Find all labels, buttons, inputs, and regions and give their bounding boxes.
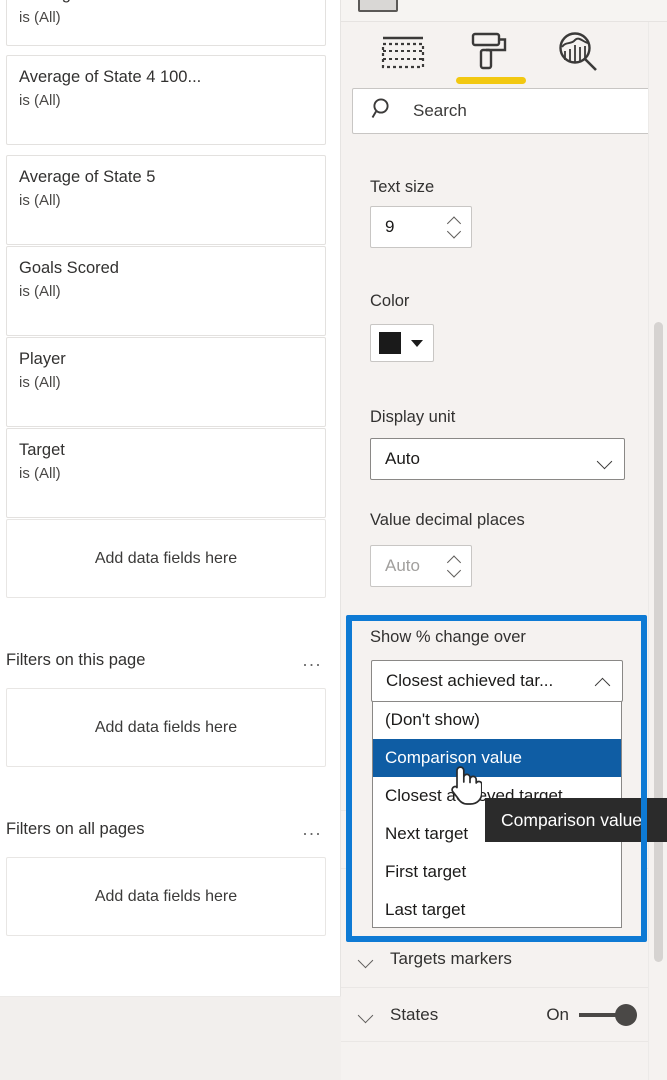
color-label: Color	[370, 292, 410, 310]
chevron-down-icon[interactable]	[411, 339, 423, 347]
states-toggle[interactable]	[579, 1003, 637, 1026]
filters-pane: Average of State 3 80%... is (All) Avera…	[0, 0, 341, 996]
page-filters-dropzone[interactable]: Add data fields here	[6, 688, 326, 767]
filter-card[interactable]: Goals Scored is (All)	[6, 246, 326, 336]
pointing-hand-cursor	[448, 762, 483, 806]
section-label: States	[390, 1004, 439, 1024]
dropzone-label: Add data fields here	[94, 887, 238, 905]
dropdown-option[interactable]: Last target	[373, 891, 621, 929]
show-pct-change-over-dropdown[interactable]: Closest achieved tar...	[371, 660, 623, 702]
filter-card-title: Goals Scored	[19, 259, 119, 277]
chevron-down-icon	[359, 1010, 373, 1019]
filter-card[interactable]: Average of State 4 100... is (All)	[6, 55, 326, 145]
tab-analytics[interactable]	[537, 26, 621, 82]
dropdown-option[interactable]: First target	[373, 853, 621, 891]
search-icon	[371, 97, 395, 126]
text-size-stepper[interactable]: 9	[370, 206, 472, 248]
chevron-up-icon	[596, 677, 610, 686]
more-options-icon[interactable]: ...	[298, 651, 326, 669]
more-options-icon[interactable]: ...	[298, 820, 326, 838]
filter-card-condition: is (All)	[19, 374, 61, 391]
filter-card[interactable]: Average of State 3 80%... is (All)	[6, 0, 326, 46]
filter-card-condition: is (All)	[19, 192, 61, 209]
stepper-down-icon[interactable]	[448, 229, 461, 237]
search-placeholder: Search	[413, 101, 467, 120]
section-targets-markers[interactable]: Targets markers	[341, 932, 667, 986]
value-decimal-places-label: Value decimal places	[370, 511, 525, 529]
filter-card-condition: is (All)	[19, 465, 61, 482]
filter-card-condition: is (All)	[19, 9, 61, 26]
filter-card-condition: is (All)	[19, 283, 61, 300]
scrollbar-thumb[interactable]	[654, 322, 663, 962]
tab-fields[interactable]	[361, 26, 445, 82]
paint-roller-icon	[470, 30, 512, 79]
filters-pane-footer	[0, 996, 341, 1080]
filter-card[interactable]: Average of State 5 is (All)	[6, 155, 326, 245]
value-decimal-places-stepper[interactable]: Auto	[370, 545, 472, 587]
tab-format[interactable]	[449, 26, 533, 84]
color-picker-button[interactable]	[370, 324, 434, 362]
stepper-down-icon[interactable]	[448, 568, 461, 576]
color-swatch-chip	[379, 332, 401, 354]
filter-card-title: Average of State 3 80%...	[19, 0, 313, 5]
section-divider	[341, 1041, 667, 1042]
dropzone-label: Add data fields here	[94, 549, 238, 567]
format-pane-body: Text size 9 Color Display unit Auto Valu…	[341, 142, 667, 1080]
display-unit-dropdown[interactable]: Auto	[370, 438, 625, 480]
show-pct-change-over-label: Show % change over	[370, 628, 526, 646]
dropdown-option[interactable]: (Don't show)	[373, 701, 621, 739]
active-tab-underline	[456, 77, 526, 84]
tooltip: Comparison value	[485, 798, 667, 842]
format-pane-tabstrip	[341, 22, 667, 86]
fields-table-icon	[381, 35, 425, 74]
format-pane-scrollbar[interactable]	[648, 22, 667, 1080]
filter-card-title: Average of State 5	[19, 168, 156, 186]
display-unit-value: Auto	[385, 449, 420, 468]
chevron-down-icon	[359, 955, 373, 964]
chevron-down-icon	[598, 455, 612, 464]
section-heading: Filters on this page	[6, 650, 146, 669]
analytics-magnifier-icon	[557, 31, 601, 78]
text-size-value: 9	[385, 217, 395, 236]
value-decimal-places-value: Auto	[385, 556, 420, 575]
show-pct-change-over-value: Closest achieved tar...	[386, 671, 554, 690]
section-states[interactable]: States On	[341, 987, 667, 1041]
display-unit-label: Display unit	[370, 408, 456, 426]
filters-on-this-page-header: Filters on this page ...	[6, 648, 326, 672]
states-toggle-state: On	[546, 1004, 569, 1024]
filter-card-title: Target	[19, 441, 65, 459]
search-input[interactable]: Search	[352, 88, 656, 134]
filter-card-title: Average of State 4 100...	[19, 68, 202, 86]
filter-card[interactable]: Player is (All)	[6, 337, 326, 427]
partial-toolbar-button[interactable]	[358, 0, 398, 12]
filter-card-condition: is (All)	[19, 92, 61, 109]
filter-card-title: Player	[19, 350, 66, 368]
dropdown-option-selected[interactable]: Comparison value	[373, 739, 621, 777]
all-pages-filters-dropzone[interactable]: Add data fields here	[6, 857, 326, 936]
dropzone-label: Add data fields here	[94, 718, 238, 736]
filters-on-all-pages-header: Filters on all pages ...	[6, 817, 326, 841]
section-label: Targets markers	[390, 949, 512, 968]
visual-filters-dropzone[interactable]: Add data fields here	[6, 519, 326, 598]
filter-card[interactable]: Target is (All)	[6, 428, 326, 518]
tooltip-text: Comparison value	[501, 809, 643, 830]
text-size-label: Text size	[370, 178, 435, 196]
section-heading: Filters on all pages	[6, 819, 145, 838]
pane-top-strip	[341, 0, 667, 22]
